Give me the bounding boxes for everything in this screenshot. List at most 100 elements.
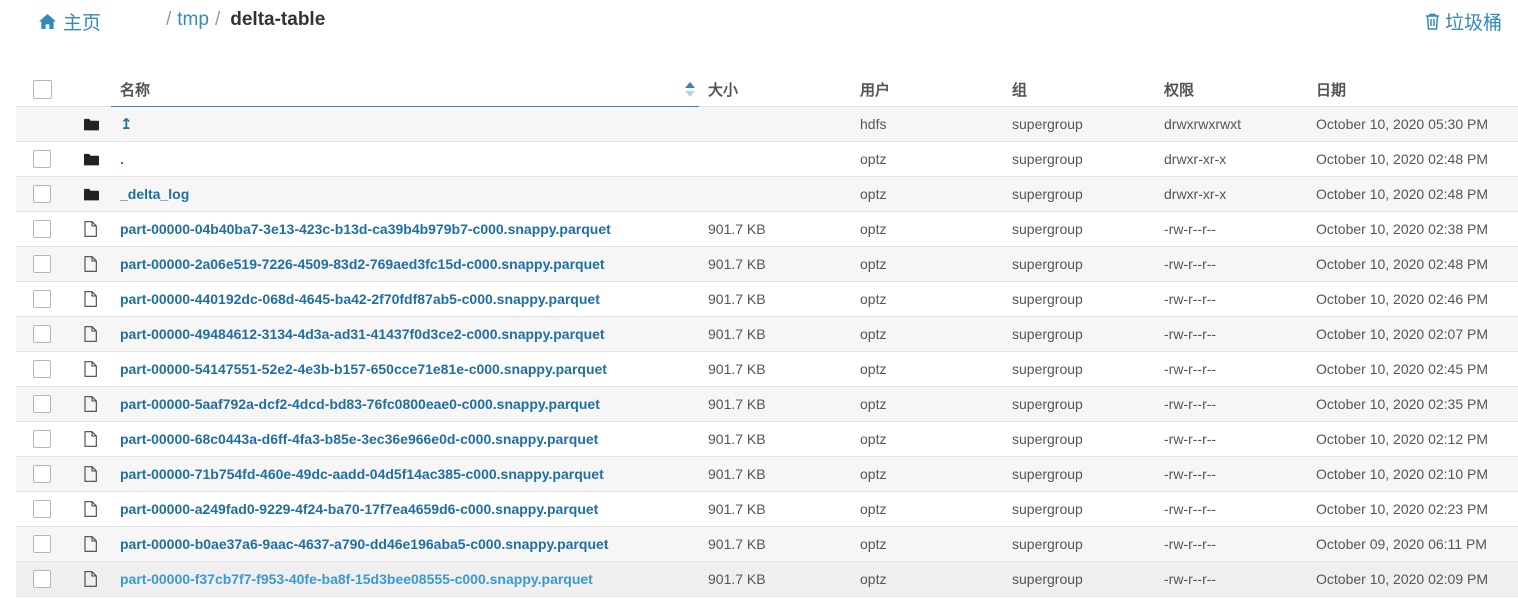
breadcrumb-current: delta-table	[230, 9, 326, 30]
table-row[interactable]: part-00000-f37cb7f7-f953-40fe-ba8f-15d3b…	[16, 562, 1518, 597]
file-group: supergroup	[1012, 291, 1083, 307]
row-checkbox[interactable]	[33, 535, 51, 553]
column-header-permissions[interactable]: 权限	[1164, 72, 1194, 106]
file-user: optz	[860, 361, 887, 377]
file-permissions: -rw-r--r--	[1164, 221, 1217, 237]
file-user: optz	[860, 466, 887, 482]
table-row[interactable]: . optz supergroup drwxr-xr-x October 10, 202…	[16, 142, 1518, 177]
row-checkbox[interactable]	[33, 395, 51, 413]
file-name-link[interactable]: part-00000-a249fad0-9229-4f24-ba70-17f7e…	[120, 501, 598, 517]
column-header-group[interactable]: 组	[1012, 72, 1027, 106]
row-checkbox[interactable]	[33, 325, 51, 343]
file-user: optz	[860, 396, 887, 412]
file-permissions: drwxrwxrwxt	[1164, 116, 1241, 132]
file-name-link[interactable]: part-00000-440192dc-068d-4645-ba42-2f70f…	[120, 291, 600, 307]
table-row[interactable]: part-00000-68c0443a-d6ff-4fa3-b85e-3ec36…	[16, 422, 1518, 457]
file-name-link[interactable]: part-00000-71b754fd-460e-49dc-aadd-04d5f…	[120, 466, 604, 482]
table-row[interactable]: ↥ hdfs supergroup drwxrwxrwxt October 10, 20…	[16, 107, 1518, 142]
select-all-checkbox[interactable]	[33, 79, 52, 99]
file-group: supergroup	[1012, 151, 1083, 167]
column-header-size[interactable]: 大小	[708, 72, 738, 106]
breadcrumb-tmp[interactable]: tmp	[177, 9, 209, 31]
row-checkbox[interactable]	[33, 255, 51, 273]
file-user: optz	[860, 151, 887, 167]
file-date: October 10, 2020 02:38 PM	[1316, 221, 1488, 237]
file-user: optz	[860, 256, 887, 272]
row-checkbox[interactable]	[33, 360, 51, 378]
file-name-link[interactable]: part-00000-2a06e519-7226-4509-83d2-769ae…	[120, 256, 605, 272]
trash-link[interactable]: 垃圾桶	[1425, 8, 1502, 35]
table-row[interactable]: part-00000-49484612-3134-4d3a-ad31-41437…	[16, 317, 1518, 352]
file-date: October 10, 2020 02:10 PM	[1316, 466, 1488, 482]
breadcrumb-separator: /	[166, 9, 172, 30]
row-checkbox[interactable]	[33, 185, 51, 203]
file-user: optz	[860, 291, 887, 307]
table-row[interactable]: part-00000-04b40ba7-3e13-423c-b13d-ca39b…	[16, 212, 1518, 247]
file-size: 901.7 KB	[708, 221, 766, 237]
file-date: October 10, 2020 02:23 PM	[1316, 501, 1488, 517]
file-name-link[interactable]: part-00000-f37cb7f7-f953-40fe-ba8f-15d3b…	[120, 571, 593, 587]
file-permissions: -rw-r--r--	[1164, 431, 1217, 447]
table-body: ↥ hdfs supergroup drwxrwxrwxt October 10, 20…	[16, 107, 1518, 597]
file-size: 901.7 KB	[708, 361, 766, 377]
file-name-link[interactable]: _delta_log	[120, 186, 189, 202]
file-icon	[84, 562, 100, 596]
column-header-date[interactable]: 日期	[1316, 72, 1346, 106]
row-checkbox[interactable]	[33, 465, 51, 483]
row-checkbox[interactable]	[33, 500, 51, 518]
column-header-name[interactable]: 名称	[111, 72, 699, 107]
table-row[interactable]: _delta_log optz supergroup drwxr-xr-x Octobe…	[16, 177, 1518, 212]
file-user: hdfs	[860, 116, 887, 132]
file-name-link[interactable]: part-00000-b0ae37a6-9aac-4637-a790-dd46e…	[120, 536, 608, 552]
file-permissions: -rw-r--r--	[1164, 291, 1217, 307]
file-group: supergroup	[1012, 326, 1083, 342]
file-name-link[interactable]: .	[120, 151, 124, 167]
home-link[interactable]: 主页	[38, 8, 101, 35]
file-permissions: -rw-r--r--	[1164, 396, 1217, 412]
top-bar: 主页 / tmp / delta-table 垃圾桶	[0, 0, 1518, 44]
file-name-link[interactable]: part-00000-54147551-52e2-4e3b-b157-650cc…	[120, 361, 607, 377]
sort-icon[interactable]	[685, 82, 695, 97]
parent-directory-link[interactable]: ↥	[120, 115, 133, 133]
file-icon	[84, 247, 100, 281]
file-permissions: -rw-r--r--	[1164, 466, 1217, 482]
file-icon	[84, 317, 100, 351]
file-permissions: -rw-r--r--	[1164, 326, 1217, 342]
file-name-link[interactable]: part-00000-5aaf792a-dcf2-4dcd-bd83-76fc0…	[120, 396, 600, 412]
table-row[interactable]: part-00000-a249fad0-9229-4f24-ba70-17f7e…	[16, 492, 1518, 527]
file-user: optz	[860, 501, 887, 517]
file-permissions: -rw-r--r--	[1164, 536, 1217, 552]
row-checkbox[interactable]	[33, 150, 51, 168]
folder-icon	[84, 177, 100, 211]
file-permissions: -rw-r--r--	[1164, 361, 1217, 377]
table-row[interactable]: part-00000-b0ae37a6-9aac-4637-a790-dd46e…	[16, 527, 1518, 562]
file-size: 901.7 KB	[708, 396, 766, 412]
file-date: October 10, 2020 02:09 PM	[1316, 571, 1488, 587]
file-date: October 10, 2020 02:35 PM	[1316, 396, 1488, 412]
table-header: 名称 大小 用户 组 权限 日期	[16, 72, 1518, 107]
table-row[interactable]: part-00000-440192dc-068d-4645-ba42-2f70f…	[16, 282, 1518, 317]
file-name-link[interactable]: part-00000-04b40ba7-3e13-423c-b13d-ca39b…	[120, 221, 611, 237]
table-row[interactable]: part-00000-2a06e519-7226-4509-83d2-769ae…	[16, 247, 1518, 282]
file-table: 名称 大小 用户 组 权限 日期 ↥ hdfs supergroup drwxrwxr…	[16, 72, 1518, 597]
file-permissions: drwxr-xr-x	[1164, 186, 1227, 202]
file-name-link[interactable]: part-00000-68c0443a-d6ff-4fa3-b85e-3ec36…	[120, 431, 598, 447]
table-row[interactable]: part-00000-5aaf792a-dcf2-4dcd-bd83-76fc0…	[16, 387, 1518, 422]
row-checkbox[interactable]	[33, 430, 51, 448]
file-date: October 10, 2020 02:48 PM	[1316, 186, 1488, 202]
file-name-link[interactable]: part-00000-49484612-3134-4d3a-ad31-41437…	[120, 326, 605, 342]
file-icon	[84, 212, 100, 246]
file-icon	[84, 387, 100, 421]
table-row[interactable]: part-00000-71b754fd-460e-49dc-aadd-04d5f…	[16, 457, 1518, 492]
row-checkbox[interactable]	[33, 220, 51, 238]
column-header-user[interactable]: 用户	[860, 72, 890, 106]
file-user: optz	[860, 326, 887, 342]
file-size: 901.7 KB	[708, 431, 766, 447]
file-group: supergroup	[1012, 501, 1083, 517]
table-row[interactable]: part-00000-54147551-52e2-4e3b-b157-650cc…	[16, 352, 1518, 387]
file-date: October 10, 2020 02:46 PM	[1316, 291, 1488, 307]
folder-icon	[84, 142, 100, 176]
row-checkbox[interactable]	[33, 290, 51, 308]
file-group: supergroup	[1012, 256, 1083, 272]
row-checkbox[interactable]	[33, 570, 51, 588]
